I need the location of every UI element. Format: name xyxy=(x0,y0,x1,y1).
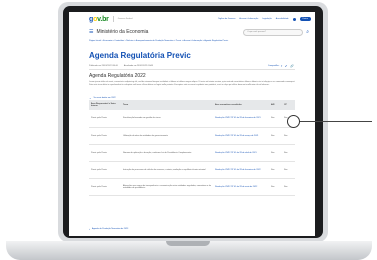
cell-area: Previc pela Previc xyxy=(91,185,108,188)
cell-cp: Sim xyxy=(284,185,288,188)
footer-expander[interactable]: › Agenda de Produção Normativa de 2023 xyxy=(89,227,128,231)
callout-marker xyxy=(287,115,300,128)
search-icon[interactable]: ⌕ xyxy=(306,29,309,35)
table-row: Previc pela Previc Normas de aplicação e… xyxy=(89,144,295,161)
top-link-legislacao[interactable]: Legislação xyxy=(262,18,272,20)
cell-tema: Normas de aplicação e duração, conforme … xyxy=(123,151,192,154)
cell-atos-link[interactable]: Resolução CNPC Nº 41 de 28 de março de 2… xyxy=(213,127,269,144)
cell-air: Sim xyxy=(271,134,275,137)
table-header-row: Área Responsável e Setor Interno Tema At… xyxy=(89,100,295,110)
table-row: Previc pela Previc Alterações nas regras… xyxy=(89,178,295,195)
expander-label: Ver mais dados em 2022 xyxy=(93,96,116,99)
contrast-icon[interactable] xyxy=(292,17,296,21)
cell-area: Previc pela Previc xyxy=(91,168,108,171)
cell-area: Previc pela Previc xyxy=(91,117,108,120)
page-title: Agenda Regulatória Previc xyxy=(89,51,191,60)
login-button[interactable]: Entrar xyxy=(299,17,311,21)
cell-cp: Sim xyxy=(284,134,288,137)
col-header-cp: CP xyxy=(284,104,287,106)
laptop-screen: gov.br Governo Federal Órgãos do Governo… xyxy=(69,12,315,236)
cell-air: Sim xyxy=(271,185,275,188)
gov-top-bar: gov.br Governo Federal Órgãos do Governo… xyxy=(69,12,315,26)
menu-icon[interactable]: ☰ xyxy=(89,29,93,35)
col-header-air: AIR xyxy=(271,104,275,106)
footer-expander-label: Agenda de Produção Normativa de 2023 xyxy=(92,228,129,230)
regulatory-table: Área Responsável e Setor Interno Tema At… xyxy=(89,100,295,196)
cell-atos-link[interactable]: Resolução CNPC Nº 41 de 28 de abril de 2… xyxy=(213,144,269,161)
cell-atos-link[interactable]: Resolução CNPC Nº 41 de 28 de fevereiro … xyxy=(213,161,269,178)
laptop-mockup: gov.br Governo Federal Órgãos do Governo… xyxy=(0,0,377,260)
share-icons[interactable]: f ✔ 🔗 xyxy=(281,64,295,68)
site-header: ☰ Ministério da Economia O que você proc… xyxy=(69,26,315,38)
cell-atos-link[interactable]: Resolução CNPC Nº 41 de 28 de maio de 20… xyxy=(213,178,269,195)
section-paragraph: Lorem ipsum dolor sit amet, consectetur … xyxy=(89,81,295,86)
cell-tema: Fiscalização baseada em gestão de riscos xyxy=(123,117,161,120)
cell-area: Previc pela Previc xyxy=(91,151,108,154)
col-header-atos: Atos normativos envolvidos xyxy=(215,104,242,106)
published-date: Publicado em 28/01/2022 09h10 xyxy=(89,64,118,67)
share-label: Compartilhe: xyxy=(267,64,280,67)
divider xyxy=(112,16,114,22)
top-link-acessibilidade[interactable]: Acessibilidade xyxy=(276,18,289,20)
breadcrumb[interactable]: Página Inicial > Economia e Conteúdos > … xyxy=(69,38,315,50)
search-input[interactable]: O que você procura? xyxy=(243,28,304,36)
col-header-area: Área Responsável e Setor Interno xyxy=(91,103,116,107)
cell-tema: Utilização do ativo de entidades de gere… xyxy=(123,134,168,137)
logo-subtitle: Governo Federal xyxy=(117,18,133,20)
cell-area: Previc pela Previc xyxy=(91,134,108,137)
cell-atos-link[interactable]: Resolução CNPC Nº 41 de 28 de fevereiro … xyxy=(213,110,269,127)
cell-cp: Sim xyxy=(284,168,288,171)
callout-line xyxy=(298,121,372,122)
cell-air: Sim xyxy=(271,117,275,120)
top-link-orgaos[interactable]: Órgãos do Governo xyxy=(218,18,236,20)
cell-air: Sim xyxy=(271,151,275,154)
chevron-right-icon: › xyxy=(89,227,90,231)
publish-meta: Publicado em 28/01/2022 09h10 Atualizado… xyxy=(69,61,315,68)
chevron-down-icon: ⌄ xyxy=(89,95,92,100)
section-title: Agenda Regulatória 2022 xyxy=(89,73,146,79)
cell-air: Sim xyxy=(271,168,275,171)
table-row: Previc pela Previc Instrução de processo… xyxy=(89,161,295,178)
top-link-acesso[interactable]: Acesso à Informação xyxy=(239,18,258,20)
cell-tema: Instrução de processos de cálculo de res… xyxy=(123,168,206,171)
updated-date: Atualizado em 28/01/2022 09h59 xyxy=(123,64,154,67)
col-header-tema: Tema xyxy=(123,104,129,106)
table-row: Previc pela Previc Utilização do ativo d… xyxy=(89,127,295,144)
table-row: Previc pela Previc Fiscalização baseada … xyxy=(89,110,295,127)
laptop-notch xyxy=(166,241,210,246)
ministry-title[interactable]: Ministério da Economia xyxy=(96,29,148,35)
cell-tema: Alterações nas regras de transparência e… xyxy=(123,184,211,189)
divider xyxy=(89,69,295,70)
govbr-logo[interactable]: gov.br xyxy=(89,16,109,23)
cell-cp: Sim xyxy=(284,151,288,154)
